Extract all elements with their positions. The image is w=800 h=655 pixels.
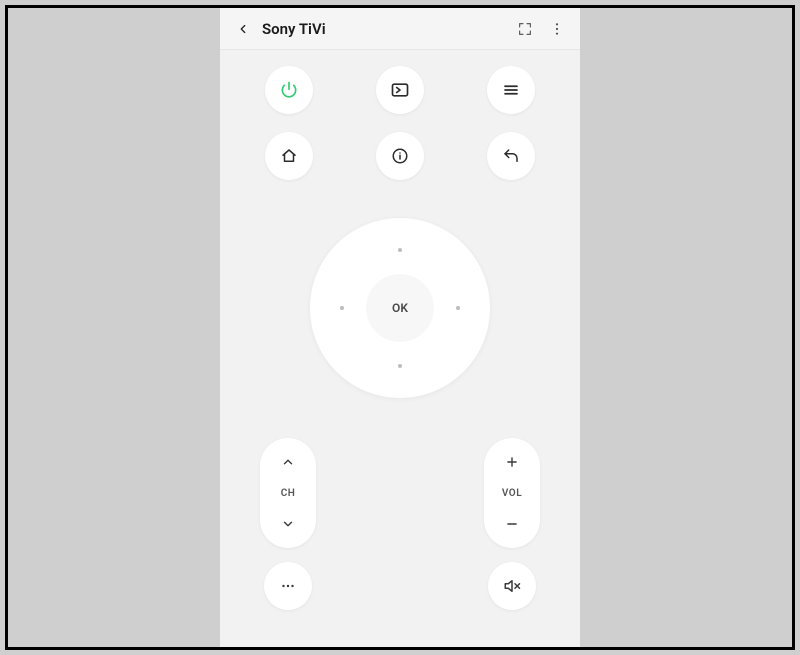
screenshot-frame: Sony TiVi <box>5 5 795 650</box>
app-top-bar: Sony TiVi <box>220 8 580 50</box>
dots-horizontal-icon <box>279 577 297 595</box>
volume-up-button[interactable] <box>484 450 540 474</box>
top-button-grid <box>240 64 560 182</box>
chevron-down-icon <box>281 517 295 531</box>
remote-body: OK CH <box>220 50 580 647</box>
dpad: OK <box>310 218 490 398</box>
kebab-icon <box>549 21 565 37</box>
plus-icon <box>505 455 519 469</box>
back-button[interactable] <box>230 16 256 42</box>
dpad-area: OK <box>240 218 560 398</box>
dot-icon <box>398 248 402 252</box>
dpad-down[interactable] <box>379 350 421 392</box>
return-button[interactable] <box>487 132 535 180</box>
home-button[interactable] <box>265 132 313 180</box>
input-icon <box>390 80 410 100</box>
return-icon <box>502 147 520 165</box>
home-icon <box>280 147 298 165</box>
menu-button[interactable] <box>487 66 535 114</box>
volume-down-button[interactable] <box>484 512 540 536</box>
expand-button[interactable] <box>512 16 538 42</box>
device-title: Sony TiVi <box>262 20 326 38</box>
channel-down-button[interactable] <box>260 512 316 536</box>
channel-rocker: CH <box>260 438 316 548</box>
overflow-menu-button[interactable] <box>544 16 570 42</box>
dpad-ok-button[interactable]: OK <box>366 274 434 342</box>
minus-icon <box>505 517 519 531</box>
volume-label: VOL <box>502 488 522 499</box>
mute-button[interactable] <box>488 562 536 610</box>
channel-up-button[interactable] <box>260 450 316 474</box>
right-column: VOL <box>482 438 542 610</box>
more-button[interactable] <box>264 562 312 610</box>
dpad-up[interactable] <box>379 224 421 266</box>
dpad-ok-label: OK <box>392 301 408 315</box>
power-icon <box>279 80 299 100</box>
power-button[interactable] <box>265 66 313 114</box>
chevron-up-icon <box>281 455 295 469</box>
dpad-right[interactable] <box>442 287 484 329</box>
dot-icon <box>398 364 402 368</box>
info-button[interactable] <box>376 132 424 180</box>
chevron-left-icon <box>236 22 250 36</box>
channel-label: CH <box>281 488 296 499</box>
expand-icon <box>517 21 533 37</box>
dot-icon <box>340 306 344 310</box>
dpad-left[interactable] <box>316 287 358 329</box>
dot-icon <box>456 306 460 310</box>
volume-rocker: VOL <box>484 438 540 548</box>
remote-app-screen: Sony TiVi <box>220 8 580 647</box>
speaker-mute-icon <box>503 577 521 595</box>
input-source-button[interactable] <box>376 66 424 114</box>
hamburger-icon <box>502 81 520 99</box>
lower-controls: CH VOL <box>240 438 560 610</box>
left-column: CH <box>258 438 318 610</box>
info-icon <box>391 147 409 165</box>
